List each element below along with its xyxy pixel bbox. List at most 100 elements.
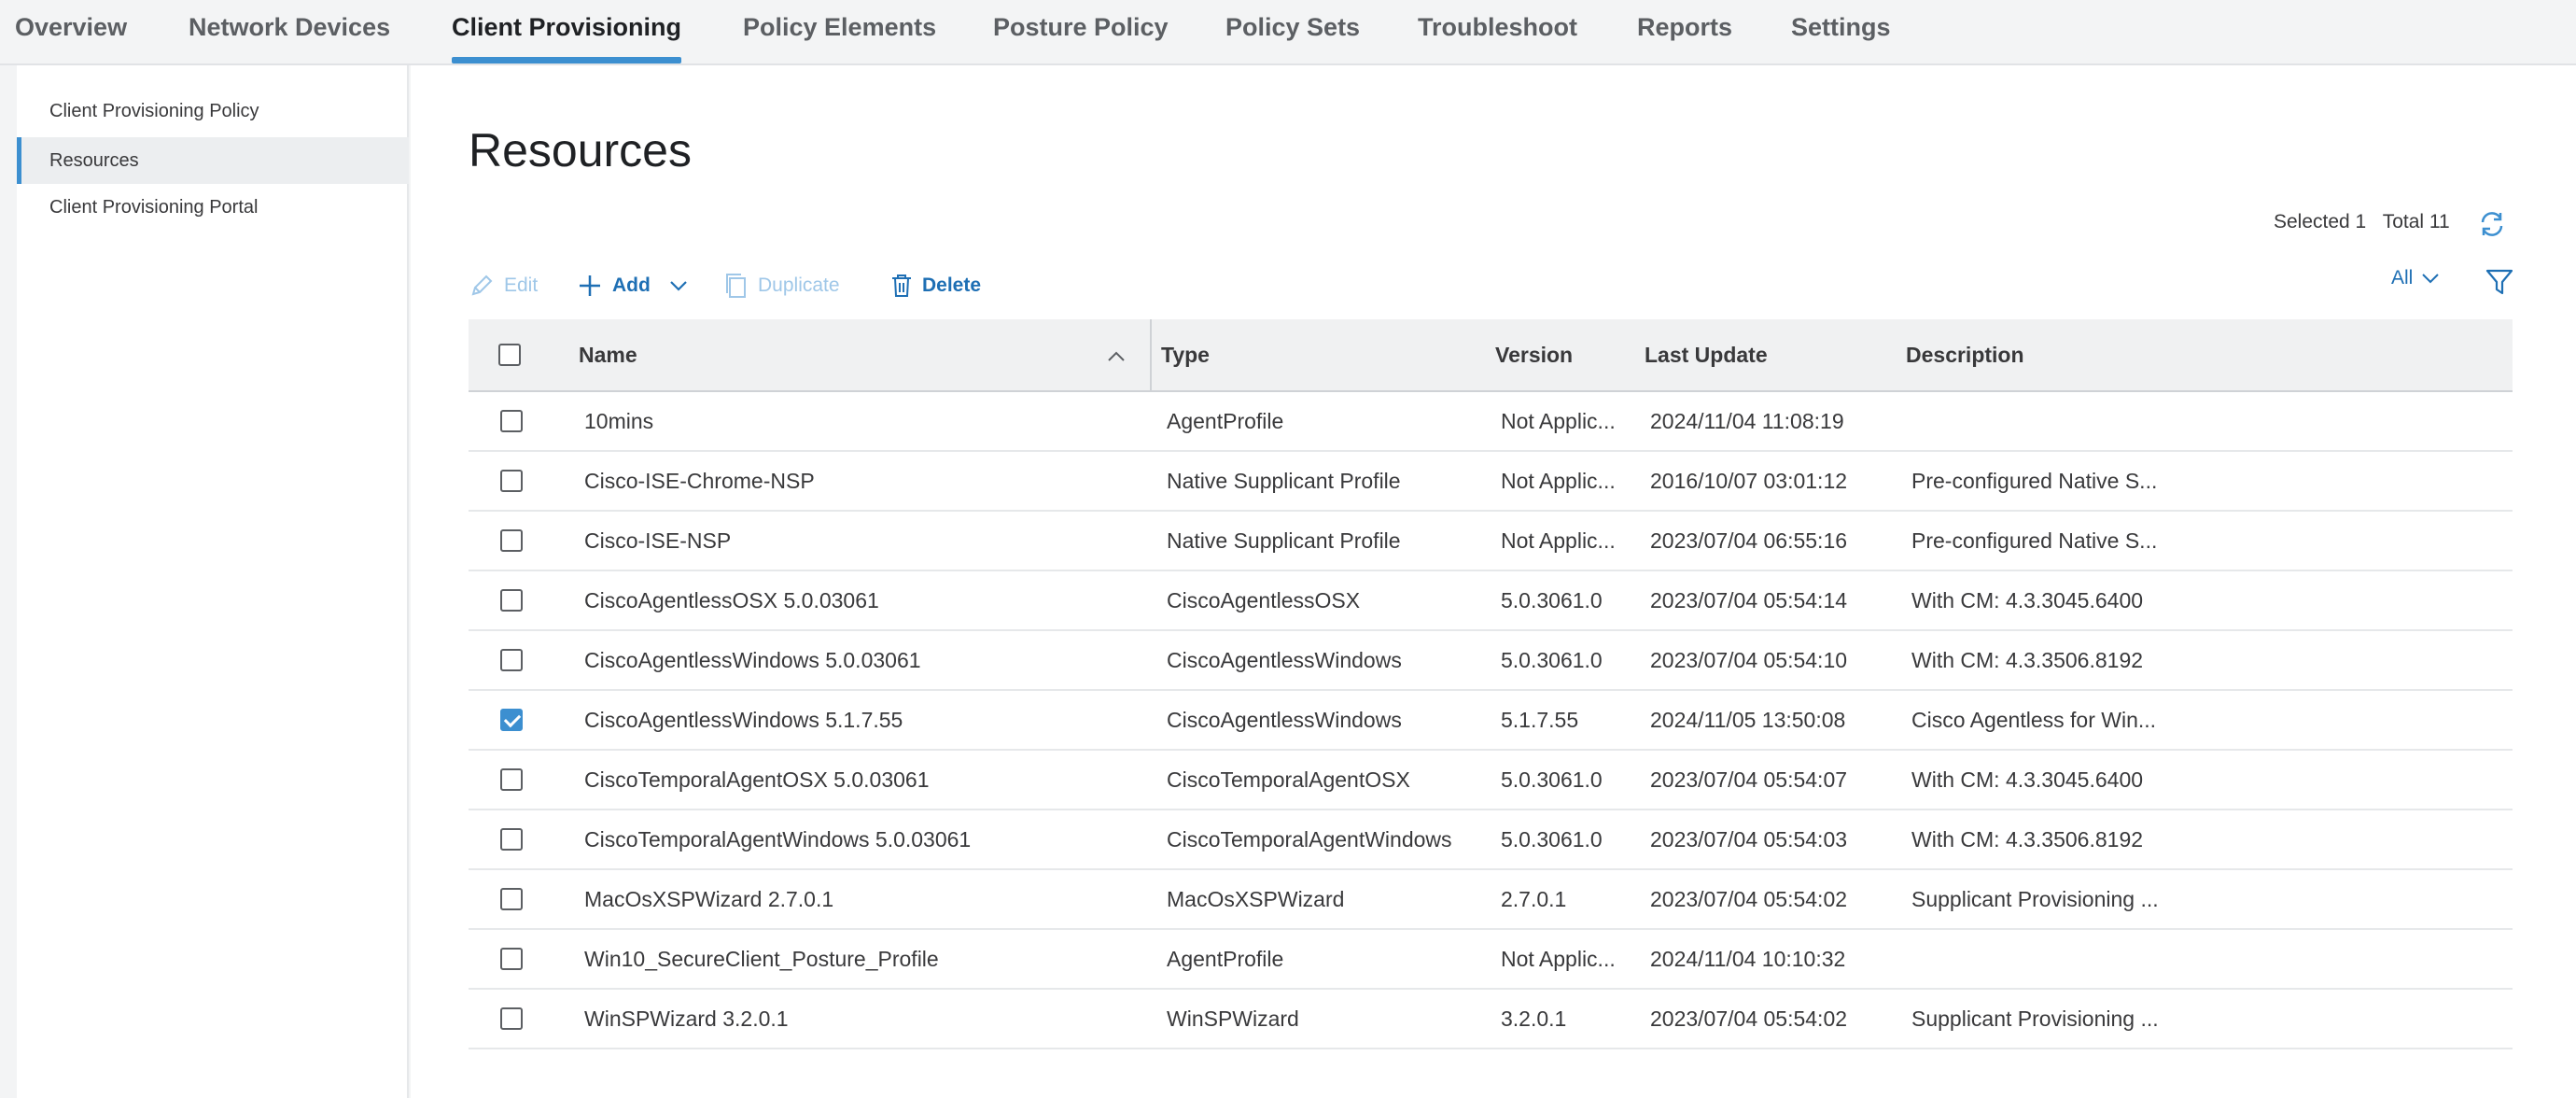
column-resize-handle[interactable] bbox=[1150, 319, 1152, 390]
row-checkbox[interactable] bbox=[500, 828, 523, 851]
cell-type: AgentProfile bbox=[1167, 409, 1284, 433]
column-header-last-update[interactable]: Last Update bbox=[1645, 319, 1768, 390]
top-nav: Overview Network Devices Client Provisio… bbox=[0, 0, 2576, 65]
selected-count: Selected 1 bbox=[2274, 211, 2367, 232]
cell-type: AgentProfile bbox=[1167, 947, 1284, 971]
select-all-checkbox[interactable] bbox=[498, 344, 521, 366]
cell-description: With CM: 4.3.3045.6400 bbox=[1911, 767, 2144, 792]
tab-network-devices[interactable]: Network Devices bbox=[189, 13, 390, 63]
row-checkbox[interactable] bbox=[500, 1007, 523, 1030]
row-checkbox[interactable] bbox=[500, 649, 523, 671]
tab-settings[interactable]: Settings bbox=[1791, 13, 1891, 63]
chevron-down-icon[interactable] bbox=[667, 274, 690, 297]
cell-version: Not Applic... bbox=[1501, 409, 1616, 433]
sort-ascending-icon[interactable] bbox=[1105, 345, 1127, 368]
table-row[interactable]: 10mins AgentProfile Not Applic... 2024/11/0… bbox=[469, 392, 2513, 452]
table-header: Name Type Version Last Update Descriptio… bbox=[469, 319, 2513, 392]
cell-type: CiscoAgentlessOSX bbox=[1167, 588, 1361, 612]
cell-version: Not Applic... bbox=[1501, 469, 1616, 493]
cell-last-update: 2023/07/04 05:54:02 bbox=[1650, 1006, 1848, 1031]
row-checkbox[interactable] bbox=[500, 529, 523, 552]
cell-version: 5.0.3061.0 bbox=[1501, 588, 1603, 612]
add-label: Add bbox=[612, 274, 651, 296]
selection-counts: Selected 1 Total 11 bbox=[2274, 211, 2461, 233]
sidebar: Client Provisioning Policy Resources Cli… bbox=[17, 65, 409, 1098]
cell-version: 5.0.3061.0 bbox=[1501, 767, 1603, 792]
cell-last-update: 2024/11/05 13:50:08 bbox=[1650, 708, 1846, 732]
table-row[interactable]: Win10_SecureClient_Posture_Profile AgentP… bbox=[469, 930, 2513, 990]
cell-name: CiscoAgentlessOSX 5.0.03061 bbox=[584, 588, 879, 612]
cell-last-update: 2023/07/04 05:54:07 bbox=[1650, 767, 1848, 792]
total-count: Total 11 bbox=[2382, 211, 2450, 232]
cell-description: Cisco Agentless for Win... bbox=[1911, 708, 2157, 732]
cell-last-update: 2016/10/07 03:01:12 bbox=[1650, 469, 1848, 493]
table-row[interactable]: CiscoAgentlessOSX 5.0.03061 CiscoAgentles… bbox=[469, 571, 2513, 631]
table-body: 10mins AgentProfile Not Applic... 2024/11/0… bbox=[469, 392, 2513, 1049]
tab-policy-sets[interactable]: Policy Sets bbox=[1225, 13, 1360, 63]
cell-name: Cisco-ISE-NSP bbox=[584, 528, 732, 553]
row-checkbox[interactable] bbox=[500, 709, 523, 731]
main-content: Resources Selected 1 Total 11 Edit Add D… bbox=[411, 65, 2576, 1098]
table-row[interactable]: Cisco-ISE-NSP Native Supplicant Profile No… bbox=[469, 512, 2513, 571]
cell-description: With CM: 4.3.3045.6400 bbox=[1911, 588, 2144, 612]
cell-type: CiscoTemporalAgentOSX bbox=[1167, 767, 1410, 792]
filter-icon[interactable] bbox=[2485, 267, 2514, 297]
table-row[interactable]: WinSPWizard 3.2.0.1 WinSPWizard 3.2.0.1 202… bbox=[469, 990, 2513, 1049]
row-checkbox[interactable] bbox=[500, 768, 523, 791]
cell-last-update: 2023/07/04 05:54:10 bbox=[1650, 648, 1848, 672]
column-header-type[interactable]: Type bbox=[1161, 319, 1210, 390]
cell-description: Pre-configured Native S... bbox=[1911, 469, 2158, 493]
row-checkbox[interactable] bbox=[500, 589, 523, 612]
column-header-description[interactable]: Description bbox=[1906, 319, 2024, 390]
cell-type: Native Supplicant Profile bbox=[1167, 469, 1401, 493]
sidebar-item-client-provisioning-portal[interactable]: Client Provisioning Portal bbox=[17, 184, 409, 231]
tab-client-provisioning[interactable]: Client Provisioning bbox=[452, 13, 682, 63]
cell-name: Cisco-ISE-Chrome-NSP bbox=[584, 469, 815, 493]
tab-overview[interactable]: Overview bbox=[15, 13, 127, 63]
table-row[interactable]: CiscoTemporalAgentWindows 5.0.03061 Cisco… bbox=[469, 810, 2513, 870]
add-button[interactable]: Add bbox=[577, 267, 690, 304]
cell-type: Native Supplicant Profile bbox=[1167, 528, 1401, 553]
tab-troubleshoot[interactable]: Troubleshoot bbox=[1418, 13, 1577, 63]
table-row[interactable]: CiscoAgentlessWindows 5.1.7.55 CiscoAgent… bbox=[469, 691, 2513, 751]
cell-last-update: 2024/11/04 11:08:19 bbox=[1650, 409, 1844, 433]
duplicate-label: Duplicate bbox=[758, 274, 840, 296]
cell-name: MacOsXSPWizard 2.7.0.1 bbox=[584, 887, 834, 911]
cell-type: CiscoTemporalAgentWindows bbox=[1167, 827, 1452, 852]
delete-button[interactable]: Delete bbox=[890, 267, 981, 304]
cell-version: 5.0.3061.0 bbox=[1501, 827, 1603, 852]
cell-description: Supplicant Provisioning ... bbox=[1911, 887, 2159, 911]
column-header-version[interactable]: Version bbox=[1495, 319, 1573, 390]
tab-posture-policy[interactable]: Posture Policy bbox=[993, 13, 1169, 63]
copy-icon bbox=[726, 274, 746, 298]
refresh-icon[interactable] bbox=[2477, 209, 2507, 239]
cell-version: 3.2.0.1 bbox=[1501, 1006, 1567, 1031]
cell-name: Win10_SecureClient_Posture_Profile bbox=[584, 947, 939, 971]
table-row[interactable]: MacOsXSPWizard 2.7.0.1 MacOsXSPWizard 2.7.… bbox=[469, 870, 2513, 930]
sidebar-item-resources[interactable]: Resources bbox=[17, 137, 409, 184]
cell-last-update: 2024/11/04 10:10:32 bbox=[1650, 947, 1846, 971]
cell-last-update: 2023/07/04 05:54:14 bbox=[1650, 588, 1848, 612]
tab-reports[interactable]: Reports bbox=[1637, 13, 1732, 63]
row-checkbox[interactable] bbox=[500, 888, 523, 910]
cell-name: 10mins bbox=[584, 409, 654, 433]
table-row[interactable]: CiscoAgentlessWindows 5.0.03061 CiscoAgen… bbox=[469, 631, 2513, 691]
cell-version: 5.1.7.55 bbox=[1501, 708, 1579, 732]
cell-name: WinSPWizard 3.2.0.1 bbox=[584, 1006, 789, 1031]
row-checkbox[interactable] bbox=[500, 470, 523, 492]
row-checkbox[interactable] bbox=[500, 410, 523, 432]
page-title: Resources bbox=[469, 124, 692, 176]
edit-button[interactable]: Edit bbox=[469, 267, 538, 304]
duplicate-button[interactable]: Duplicate bbox=[724, 267, 840, 304]
table-row[interactable]: Cisco-ISE-Chrome-NSP Native Supplicant Pr… bbox=[469, 452, 2513, 512]
cell-version: 5.0.3061.0 bbox=[1501, 648, 1603, 672]
tab-policy-elements[interactable]: Policy Elements bbox=[743, 13, 936, 63]
cell-name: CiscoTemporalAgentOSX 5.0.03061 bbox=[584, 767, 930, 792]
column-header-name[interactable]: Name bbox=[579, 319, 637, 390]
table-row[interactable]: CiscoTemporalAgentOSX 5.0.03061 CiscoTemp… bbox=[469, 751, 2513, 810]
row-checkbox[interactable] bbox=[500, 948, 523, 970]
cell-name: CiscoTemporalAgentWindows 5.0.03061 bbox=[584, 827, 972, 852]
filter-dropdown[interactable]: All bbox=[2391, 267, 2441, 289]
cell-last-update: 2023/07/04 05:54:03 bbox=[1650, 827, 1848, 852]
sidebar-item-client-provisioning-policy[interactable]: Client Provisioning Policy bbox=[17, 88, 409, 134]
